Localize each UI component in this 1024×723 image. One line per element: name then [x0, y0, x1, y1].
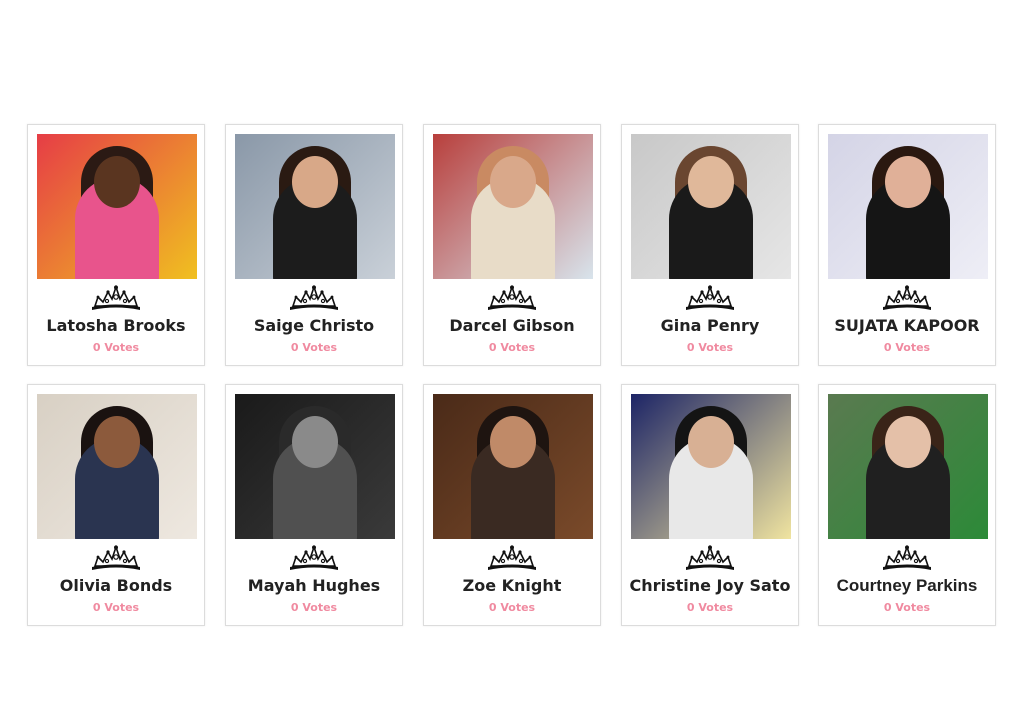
contestant-name[interactable]: Courtney Parkins	[819, 576, 995, 596]
contestant-name[interactable]: Gina Penry	[622, 316, 798, 335]
vote-count: 0 Votes	[488, 341, 536, 354]
contestant-card[interactable]: Christine Joy Sato 0 Votes	[621, 384, 799, 626]
contestant-photo[interactable]	[433, 134, 593, 279]
contestant-grid: Latosha Brooks 0 Votes Saige Christo 0 Vote…	[0, 0, 1024, 723]
contestant-card[interactable]: Mayah Hughes 0 Votes	[225, 384, 403, 626]
contestant-photo[interactable]	[235, 134, 395, 279]
contestant-card[interactable]: Zoe Knight 0 Votes	[423, 384, 601, 626]
contestant-card[interactable]: Darcel Gibson 0 Votes	[423, 124, 601, 366]
vote-count: 0 Votes	[92, 601, 140, 614]
vote-count: 0 Votes	[290, 341, 338, 354]
contestant-card[interactable]: Saige Christo 0 Votes	[225, 124, 403, 366]
contestant-photo[interactable]	[37, 394, 197, 539]
contestant-photo[interactable]	[433, 394, 593, 539]
contestant-card[interactable]: Latosha Brooks 0 Votes	[27, 124, 205, 366]
contestant-photo[interactable]	[631, 394, 791, 539]
tiara-crown-icon	[288, 544, 340, 571]
contestant-card[interactable]: Olivia Bonds 0 Votes	[27, 384, 205, 626]
vote-count: 0 Votes	[883, 601, 931, 614]
tiara-crown-icon	[288, 284, 340, 311]
contestant-photo[interactable]	[828, 394, 988, 539]
contestant-name[interactable]: Mayah Hughes	[226, 576, 402, 595]
vote-count: 0 Votes	[686, 601, 734, 614]
contestant-photo[interactable]	[235, 394, 395, 539]
vote-count: 0 Votes	[488, 601, 536, 614]
tiara-crown-icon	[881, 284, 933, 311]
contestant-name[interactable]: Christine Joy Sato	[622, 576, 798, 595]
contestant-name[interactable]: Latosha Brooks	[28, 316, 204, 335]
contestant-card[interactable]: Gina Penry 0 Votes	[621, 124, 799, 366]
tiara-crown-icon	[486, 544, 538, 571]
contestant-name[interactable]: Zoe Knight	[424, 576, 600, 595]
contestant-card[interactable]: Courtney Parkins 0 Votes	[818, 384, 996, 626]
contestant-photo[interactable]	[37, 134, 197, 279]
vote-count: 0 Votes	[92, 341, 140, 354]
vote-count: 0 Votes	[686, 341, 734, 354]
vote-count: 0 Votes	[290, 601, 338, 614]
tiara-crown-icon	[684, 544, 736, 571]
contestant-card[interactable]: SUJATA KAPOOR 0 Votes	[818, 124, 996, 366]
contestant-photo[interactable]	[631, 134, 791, 279]
contestant-name[interactable]: SUJATA KAPOOR	[819, 316, 995, 335]
tiara-crown-icon	[90, 284, 142, 311]
tiara-crown-icon	[90, 544, 142, 571]
vote-count: 0 Votes	[883, 341, 931, 354]
tiara-crown-icon	[881, 544, 933, 571]
contestant-name[interactable]: Darcel Gibson	[424, 316, 600, 335]
contestant-photo[interactable]	[828, 134, 988, 279]
contestant-name[interactable]: Olivia Bonds	[28, 576, 204, 595]
tiara-crown-icon	[486, 284, 538, 311]
tiara-crown-icon	[684, 284, 736, 311]
contestant-name[interactable]: Saige Christo	[226, 316, 402, 335]
